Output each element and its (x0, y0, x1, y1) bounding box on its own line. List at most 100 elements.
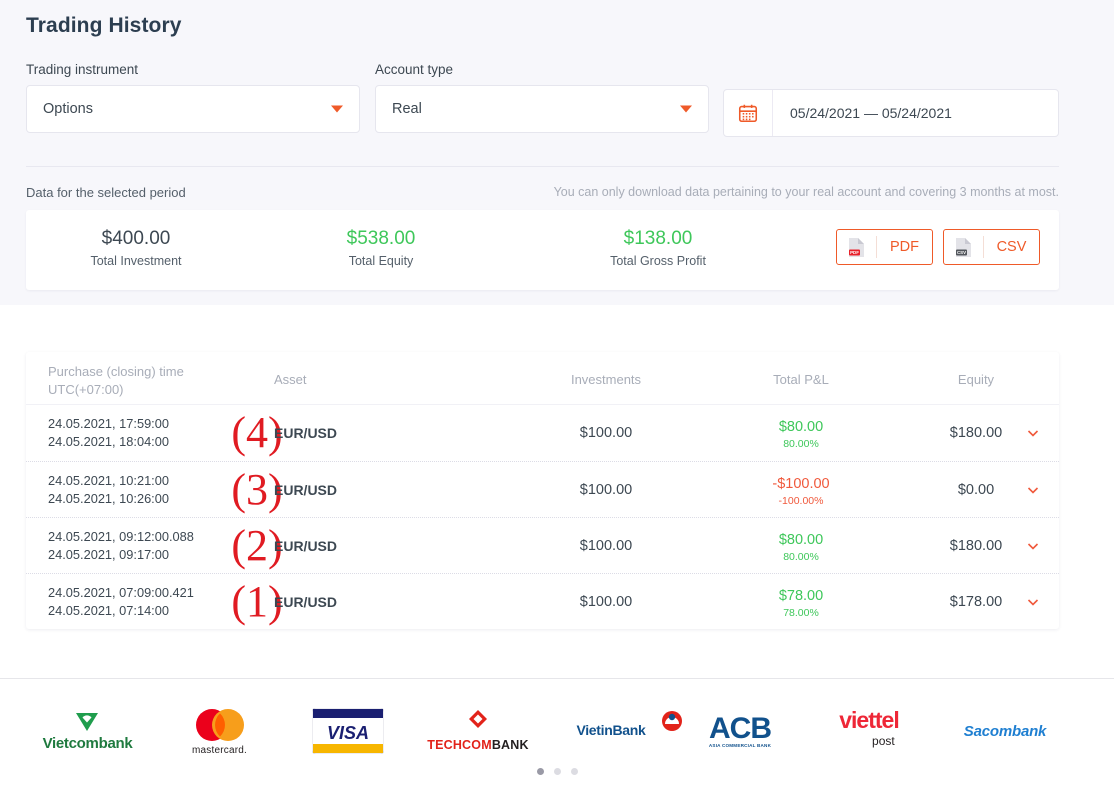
carousel-dot[interactable] (536, 768, 544, 775)
cell-investment: $100.00 (579, 425, 633, 441)
pdf-file-icon: PDF (837, 236, 877, 258)
pl-percent: 80.00% (783, 551, 819, 563)
stat-total-equity: $538.00 Total Equity (307, 226, 455, 268)
chevron-down-icon[interactable] (1025, 425, 1041, 441)
csv-file-icon: CSV (944, 236, 984, 258)
logo-text: TECHCOM (427, 738, 492, 752)
close-time: 24.05.2021, 18:04:00 (48, 434, 169, 449)
stat-value: $538.00 (346, 228, 416, 249)
logo-text: viettel (839, 707, 899, 733)
cell-time: 24.05.2021, 17:59:00 24.05.2021, 18:04:00 (48, 415, 169, 451)
chevron-down-icon[interactable] (1025, 538, 1041, 554)
open-time: 24.05.2021, 17:59:00 (48, 416, 169, 431)
close-time: 24.05.2021, 10:26:00 (48, 491, 169, 506)
chevron-down-icon[interactable] (1025, 482, 1041, 498)
logo-techcombank: TECHCOMBANK (412, 692, 544, 770)
logo-text: Sacombank (963, 722, 1047, 740)
footer-divider (0, 678, 1114, 679)
table-row[interactable]: 24.05.2021, 17:59:00 24.05.2021, 18:04:00… (26, 405, 1059, 461)
download-csv-label: CSV (996, 239, 1027, 255)
stat-total-investment: $400.00 Total Investment (62, 226, 210, 268)
section-divider (26, 166, 1059, 167)
table-row[interactable]: 24.05.2021, 07:09:00.421 24.05.2021, 07:1… (26, 573, 1059, 629)
download-pdf-button[interactable]: PDF PDF (836, 229, 933, 265)
close-time: 24.05.2021, 07:14:00 (48, 603, 169, 618)
chevron-down-icon[interactable] (1025, 594, 1041, 610)
column-header-total-pl: Total P&L (773, 372, 829, 387)
open-time: 24.05.2021, 07:09:00.421 (48, 585, 194, 600)
column-header-time: Purchase (closing) time UTC(+07:00) (48, 363, 184, 399)
carousel-dots (0, 768, 1114, 775)
cell-time: 24.05.2021, 09:12:00.088 24.05.2021, 09:1… (48, 528, 194, 564)
table-body: 24.05.2021, 17:59:00 24.05.2021, 18:04:00… (26, 405, 1059, 629)
logo-mastercard: mastercard. (162, 692, 277, 770)
table-header-row: Purchase (closing) time UTC(+07:00) Asse… (26, 352, 1059, 405)
logo-subtext: ASIA COMMERCIAL BANK (708, 742, 772, 748)
logo-text: mastercard. (192, 744, 247, 756)
logo-vietinbank: VietinBank (548, 692, 683, 770)
table-row[interactable]: 24.05.2021, 09:12:00.088 24.05.2021, 09:1… (26, 517, 1059, 573)
stat-caption: Total Equity (348, 254, 414, 268)
cell-equity: $180.00 (949, 425, 1003, 441)
download-pdf-label: PDF (890, 239, 919, 255)
account-type-value: Real (392, 101, 422, 117)
summary-card: $400.00 Total Investment $538.00 Total E… (26, 210, 1059, 290)
pl-amount: $80.00 (778, 532, 824, 548)
logo-sacombank: Sacombank (940, 692, 1070, 770)
cell-time: 24.05.2021, 10:21:00 24.05.2021, 10:26:00 (48, 472, 169, 508)
logo-acb: ACB ASIA COMMERCIAL BANK (688, 692, 792, 770)
cell-total-pl: $78.00 78.00% (736, 586, 866, 620)
pl-percent: 80.00% (783, 438, 819, 450)
payment-partners-carousel: Vietcombank mastercard. VISA TECHCOMBANK… (0, 692, 1114, 770)
carousel-dot[interactable] (570, 768, 578, 775)
trading-instrument-label: Trading instrument (26, 62, 139, 77)
column-header-equity: Equity (957, 372, 995, 387)
logo-text: ACB (709, 711, 772, 745)
open-time: 24.05.2021, 10:21:00 (48, 473, 169, 488)
trading-instrument-select[interactable]: Options (26, 85, 360, 133)
pl-amount: $78.00 (778, 588, 824, 604)
stat-total-gross-profit: $138.00 Total Gross Profit (584, 226, 732, 268)
cell-equity: $178.00 (949, 593, 1003, 610)
stat-caption: Total Investment (90, 254, 182, 268)
caret-down-icon (331, 105, 343, 113)
column-header-time-line1: Purchase (closing) time (48, 364, 184, 379)
cell-investment: $100.00 (579, 481, 633, 498)
cell-asset: EUR/USD (274, 537, 338, 554)
open-time: 24.05.2021, 09:12:00.088 (48, 529, 194, 544)
column-header-time-line2: UTC(+07:00) (48, 382, 124, 397)
cell-total-pl: $80.00 80.00% (736, 530, 866, 564)
svg-text:PDF: PDF (850, 250, 859, 255)
svg-text:CSV: CSV (957, 250, 966, 255)
column-header-investments: Investments (570, 372, 642, 387)
column-header-asset: Asset (274, 372, 307, 387)
account-type-select[interactable]: Real (375, 85, 709, 133)
date-range-filter: 05/24/2021 — 05/24/2021 (723, 89, 1059, 137)
date-range-input[interactable]: 05/24/2021 — 05/24/2021 (723, 89, 1059, 137)
carousel-dot[interactable] (553, 768, 561, 775)
logo-subtext: post (872, 734, 895, 748)
table-row[interactable]: 24.05.2021, 10:21:00 24.05.2021, 10:26:00… (26, 461, 1059, 517)
cell-asset: EUR/USD (274, 425, 338, 441)
logo-viettel-post: viettel post (806, 692, 932, 770)
svg-text:VISA: VISA (326, 723, 368, 743)
filters-panel: Trading History Trading instrument Optio… (0, 0, 1114, 305)
cell-investment: $100.00 (579, 537, 633, 554)
cell-time: 24.05.2021, 07:09:00.421 24.05.2021, 07:1… (48, 584, 194, 620)
stat-caption: Total Gross Profit (610, 254, 706, 268)
cell-equity: $180.00 (949, 537, 1003, 554)
cell-asset: EUR/USD (274, 481, 338, 498)
trading-instrument-value: Options (43, 101, 93, 117)
download-restriction-note: You can only download data pertaining to… (553, 185, 1059, 199)
download-csv-button[interactable]: CSV CSV (943, 229, 1040, 265)
trades-table: Purchase (closing) time UTC(+07:00) Asse… (26, 352, 1059, 629)
cell-total-pl: -$100.00 -100.00% (736, 474, 866, 508)
logo-visa: VISA (290, 692, 405, 770)
caret-down-icon (680, 105, 692, 113)
trading-history-page: Trading History Trading instrument Optio… (0, 0, 1114, 795)
pl-percent: -100.00% (778, 495, 824, 507)
page-title: Trading History (26, 14, 182, 37)
calendar-icon (724, 90, 773, 136)
logo-text: Vietcombank (42, 734, 133, 752)
pl-percent: 78.00% (783, 607, 819, 619)
